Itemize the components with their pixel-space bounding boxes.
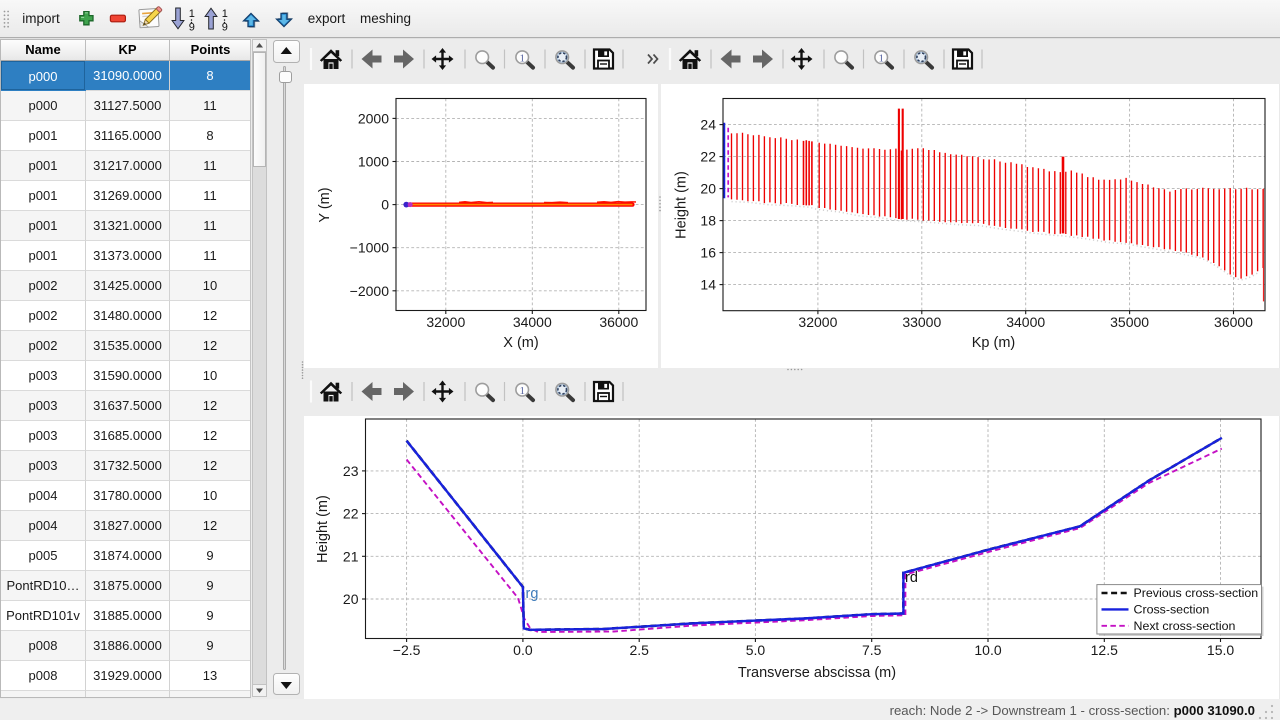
svg-text:Kp (m): Kp (m) [972,335,1016,351]
svg-text:20: 20 [700,181,716,197]
svg-text:1: 1 [222,8,228,20]
svg-text:1000: 1000 [358,154,389,170]
svg-text:36000: 36000 [599,314,638,330]
svg-text:Height (m): Height (m) [674,171,690,239]
svg-text:Cross-section: Cross-section [1134,603,1210,617]
svg-text:Previous cross-section: Previous cross-section [1134,586,1259,600]
svg-text:18: 18 [700,213,716,229]
svg-text:15.0: 15.0 [1207,642,1234,658]
svg-text:−2.5: −2.5 [393,642,421,658]
svg-text:23: 23 [343,463,359,479]
svg-text:0: 0 [381,197,389,213]
svg-text:7.5: 7.5 [862,642,882,658]
svg-text:20: 20 [343,591,359,607]
svg-text:22: 22 [700,149,716,165]
svg-text:rd: rd [905,570,918,586]
svg-text:12.5: 12.5 [1091,642,1118,658]
svg-text:14: 14 [700,277,716,293]
svg-text:Transverse abscissa (m): Transverse abscissa (m) [738,665,896,681]
svg-text:1: 1 [189,8,195,20]
svg-text:1: 1 [519,52,525,64]
svg-text:1: 1 [878,52,884,64]
svg-text:2.5: 2.5 [629,642,649,658]
svg-text:10.0: 10.0 [974,642,1001,658]
svg-text:Height (m): Height (m) [315,495,331,563]
svg-text:X (m): X (m) [503,335,538,351]
svg-text:34000: 34000 [513,314,552,330]
svg-text:5.0: 5.0 [746,642,766,658]
svg-text:22: 22 [343,506,359,522]
svg-text:21: 21 [343,548,359,564]
svg-text:Next cross-section: Next cross-section [1134,619,1236,633]
svg-text:36000: 36000 [1214,314,1253,330]
svg-text:Y (m): Y (m) [317,187,333,222]
svg-text:33000: 33000 [902,314,941,330]
svg-text:0.0: 0.0 [513,642,533,658]
svg-text:−1000: −1000 [350,240,390,256]
svg-text:16: 16 [700,245,716,261]
svg-text:35000: 35000 [1110,314,1149,330]
svg-text:32000: 32000 [426,314,465,330]
svg-text:−2000: −2000 [350,283,390,299]
svg-text:rg: rg [526,586,539,602]
svg-text:34000: 34000 [1006,314,1045,330]
svg-text:32000: 32000 [798,314,837,330]
svg-text:9: 9 [189,22,195,34]
svg-text:24: 24 [700,117,716,133]
svg-text:2000: 2000 [358,110,389,126]
svg-text:1: 1 [519,385,525,397]
svg-text:9: 9 [222,22,228,34]
